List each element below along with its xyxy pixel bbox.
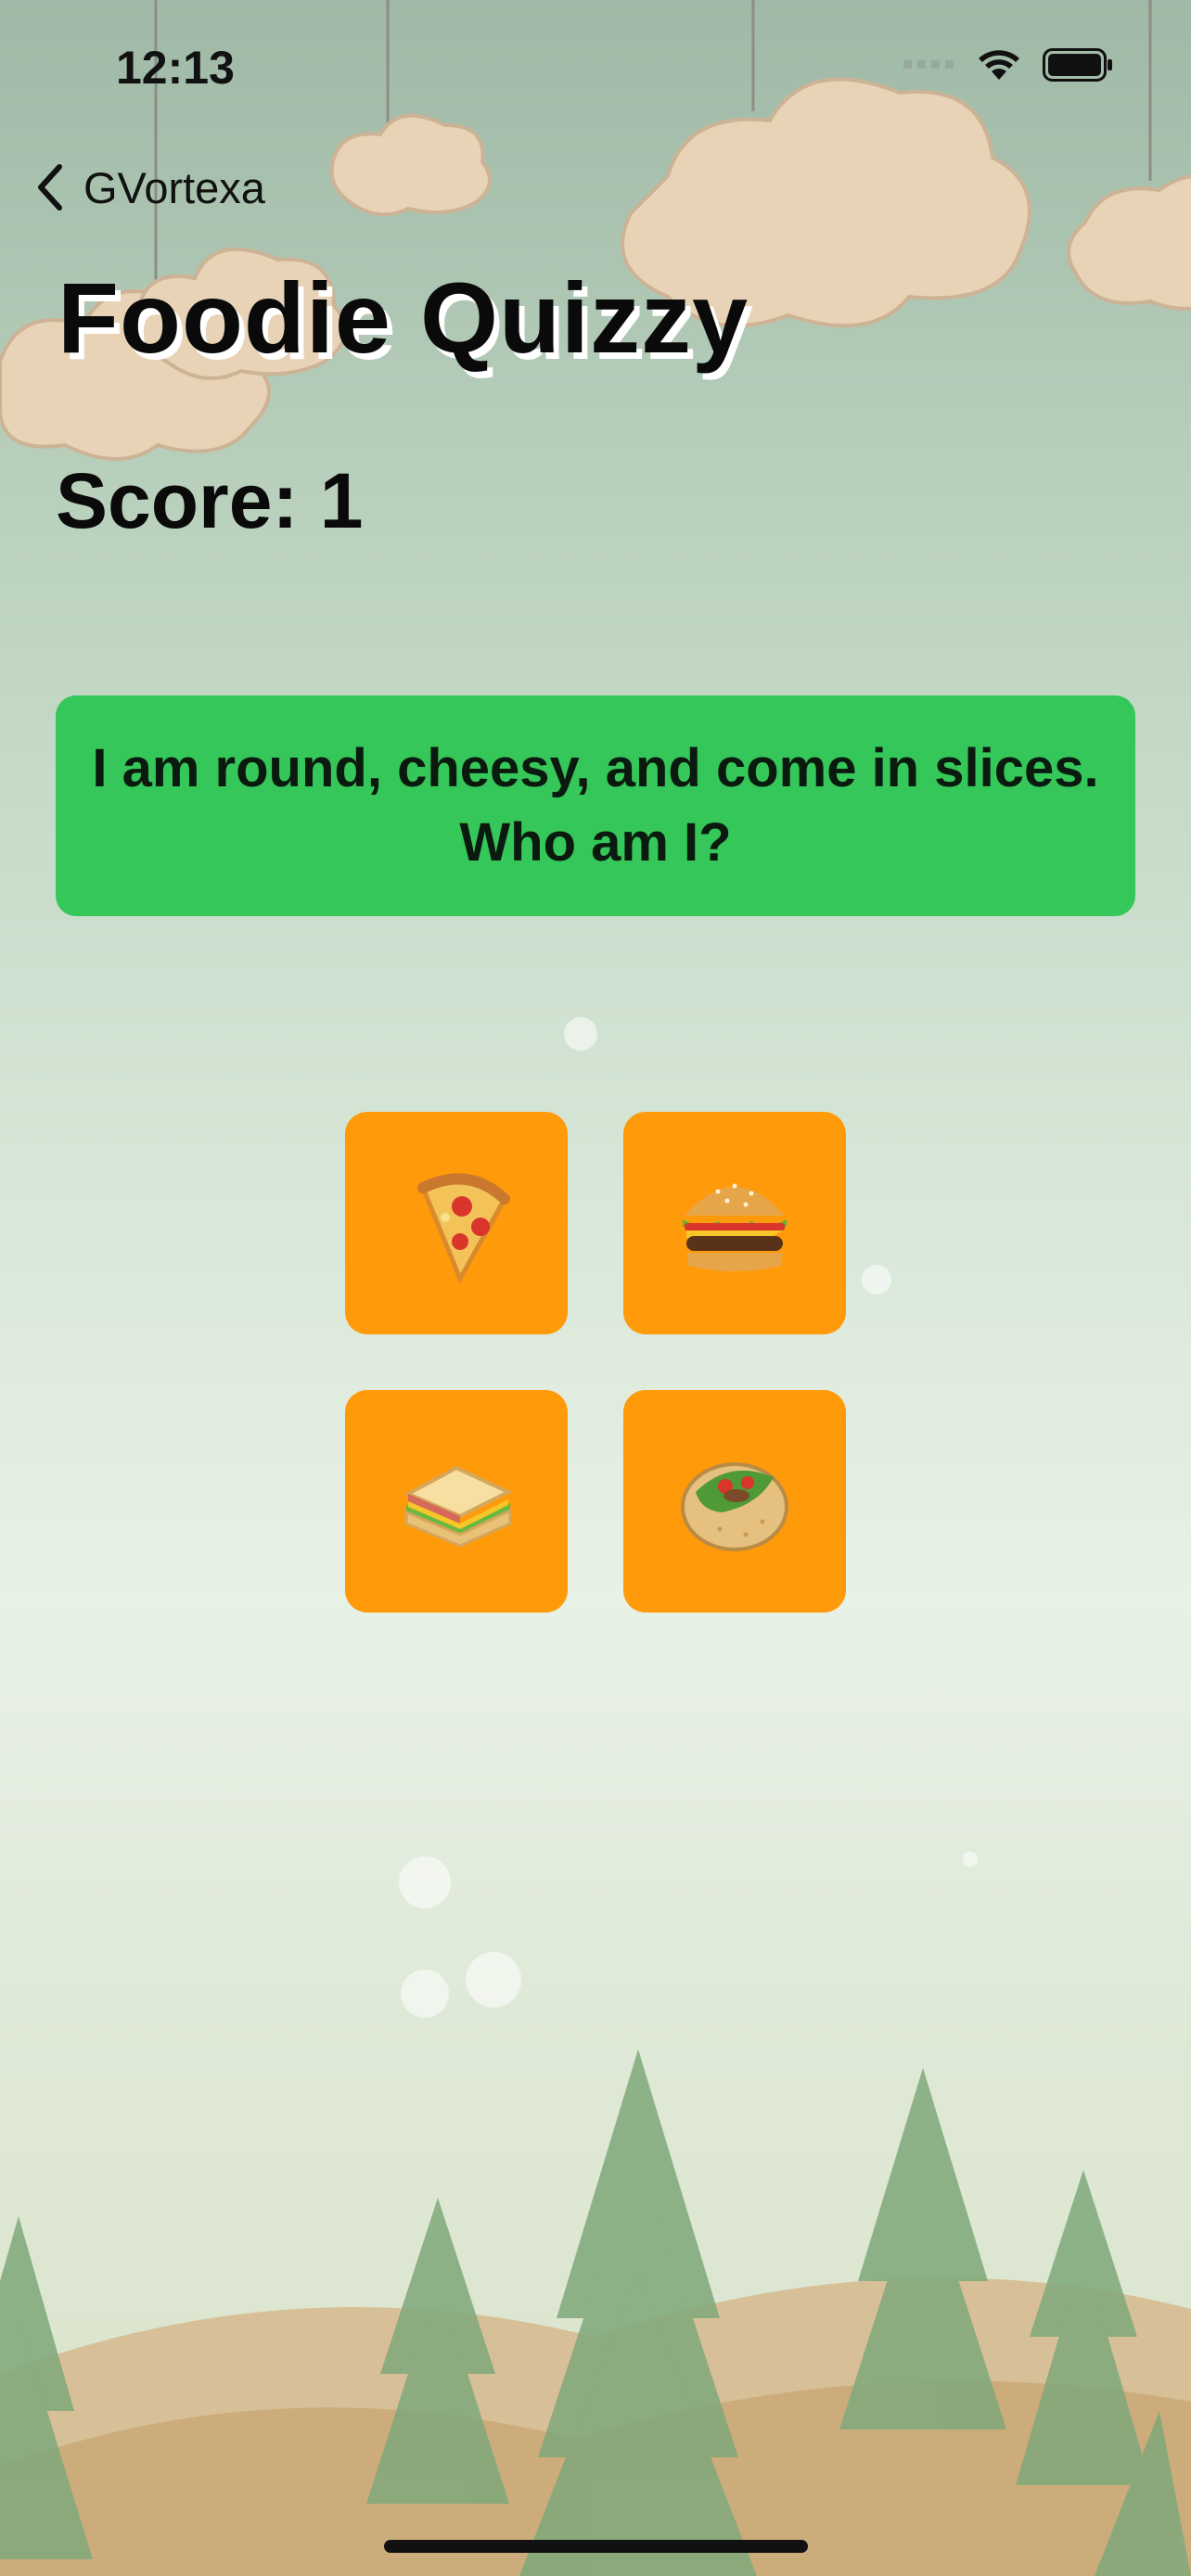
page-title: Foodie Quizzy bbox=[58, 261, 749, 374]
back-button[interactable]: GVortexa bbox=[32, 159, 265, 215]
cellular-signal-icon bbox=[903, 60, 955, 70]
status-bar: 12:13 bbox=[0, 0, 1191, 130]
answer-button-burrito[interactable] bbox=[623, 1390, 846, 1613]
background-scene bbox=[0, 0, 1191, 2576]
score-label: Score: 1 bbox=[56, 457, 364, 544]
answer-button-burger[interactable] bbox=[623, 1112, 846, 1334]
burrito-icon bbox=[681, 1462, 788, 1551]
status-time: 12:13 bbox=[116, 42, 235, 94]
burger-icon bbox=[683, 1183, 787, 1271]
home-indicator[interactable] bbox=[384, 2540, 808, 2553]
question-text: I am round, cheesy, and come in slices. … bbox=[92, 738, 1099, 873]
answer-button-sandwich[interactable] bbox=[345, 1390, 568, 1613]
chevron-left-icon bbox=[38, 164, 62, 210]
background-illustration bbox=[0, 0, 1191, 2576]
pizza-icon bbox=[417, 1173, 510, 1284]
status-icons bbox=[903, 48, 1113, 82]
battery-icon bbox=[1043, 48, 1112, 82]
sandwich-icon bbox=[403, 1465, 513, 1548]
back-button-label: GVortexa bbox=[83, 162, 265, 212]
wifi-icon bbox=[979, 50, 1019, 80]
question-card: I am round, cheesy, and come in slices. … bbox=[56, 695, 1135, 916]
answer-button-pizza[interactable] bbox=[345, 1112, 568, 1334]
